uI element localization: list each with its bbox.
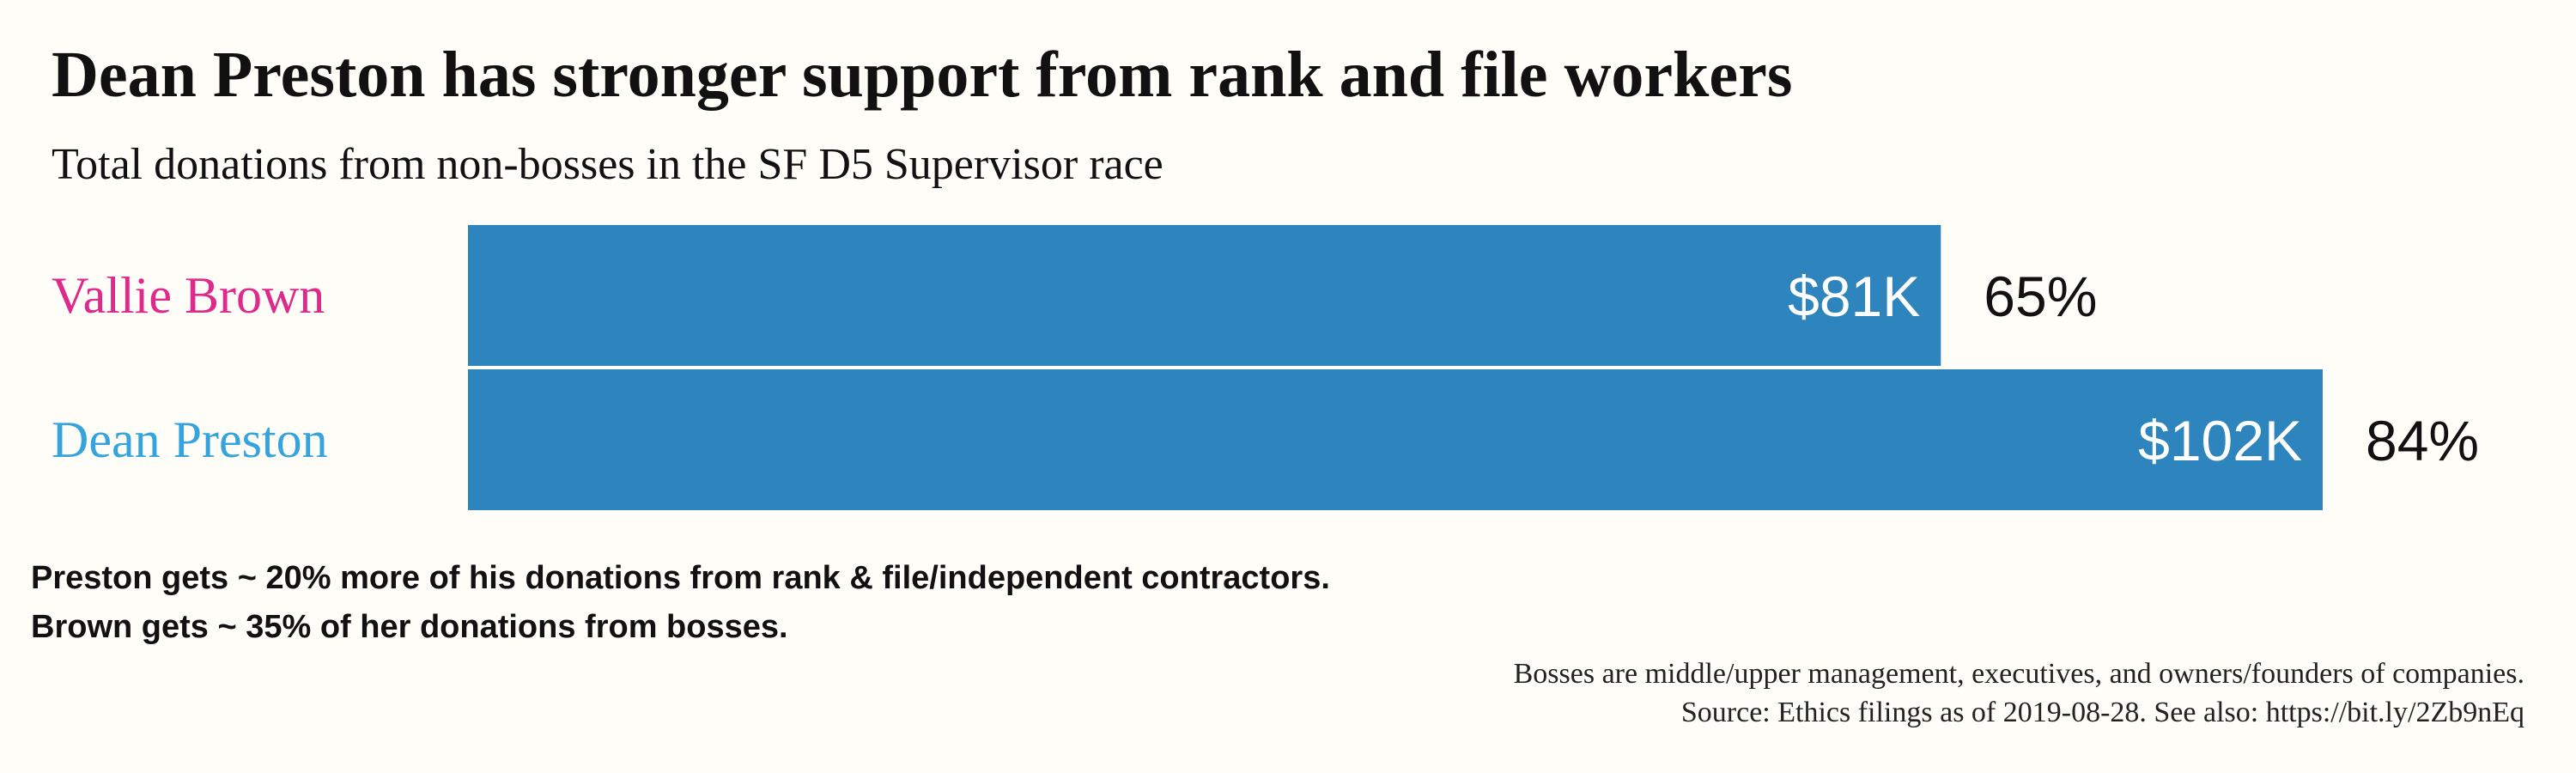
category-label-dean-preston: Dean Preston: [52, 411, 328, 468]
chart-subtitle: Total donations from non-bosses in the S…: [52, 140, 1163, 189]
percent-label-dean-preston: 84%: [2366, 409, 2479, 472]
category-label-vallie-brown: Vallie Brown: [52, 267, 325, 324]
bar-value-label-dean-preston: $102K: [2138, 409, 2302, 472]
note-brown: Brown gets ~ 35% of her donations from b…: [31, 609, 788, 645]
bar-dean-preston: [468, 369, 2323, 510]
footer-source: Source: Ethics filings as of 2019-08-28.…: [1681, 697, 2524, 728]
note-preston: Preston gets ~ 20% more of his donations…: [31, 560, 1330, 596]
chart-title: Dean Preston has stronger support from r…: [52, 39, 1792, 111]
chart-canvas: Dean Preston has stronger support from r…: [31, 39, 2524, 728]
percent-label-vallie-brown: 65%: [1984, 265, 2097, 328]
bars-layer: Vallie Brown $81K 65% Dean Preston $102K 84%: [52, 225, 2479, 510]
footer-definition: Bosses are middle/upper management, exec…: [1514, 658, 2524, 690]
bar-value-label-vallie-brown: $81K: [1788, 265, 1920, 328]
bar-vallie-brown: [468, 225, 1941, 366]
